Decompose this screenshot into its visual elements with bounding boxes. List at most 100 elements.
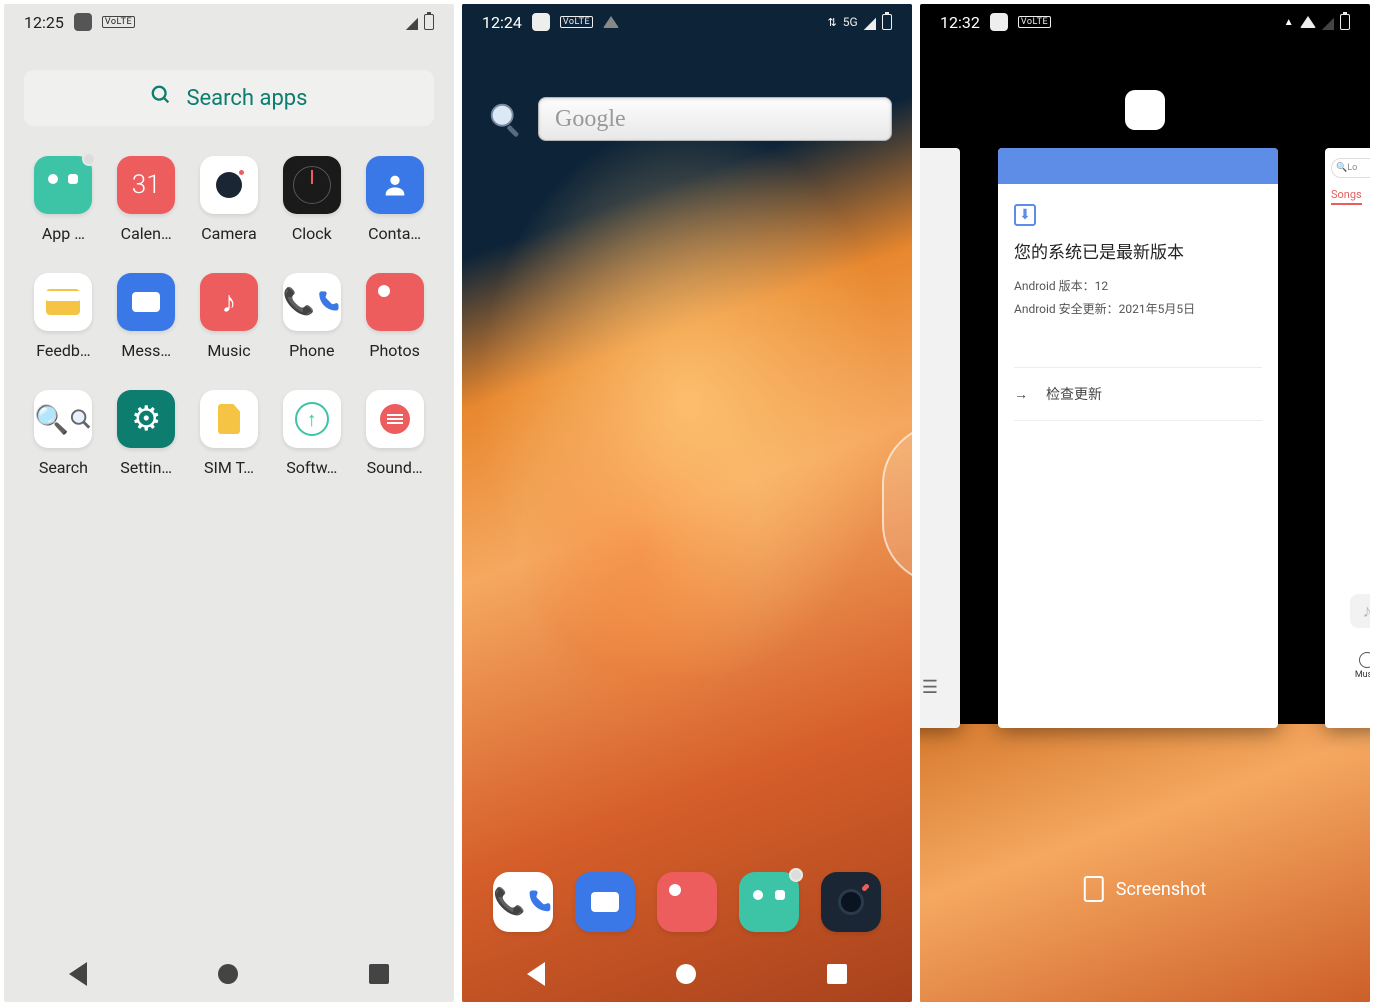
navigation-bar: [4, 946, 454, 1002]
check-update-label: 检查更新: [1046, 384, 1102, 404]
list-icon: ☰: [922, 677, 938, 698]
app-label: Phone: [289, 341, 334, 360]
search-apps-label: Search apps: [186, 86, 307, 111]
app-camera[interactable]: Camera: [188, 156, 271, 243]
app-label: Conta…: [368, 224, 421, 243]
nav-back-button[interactable]: [69, 962, 87, 986]
music-icon: [200, 273, 258, 331]
update-title: 您的系统已是最新版本: [1014, 238, 1262, 263]
app-sim-toolkit[interactable]: SIM T…: [188, 390, 271, 477]
battery-icon: [424, 14, 434, 30]
search-apps-bar[interactable]: Search apps: [24, 70, 434, 126]
app-grid: App … 31 Calen… Camera Clock Conta… Feed…: [4, 146, 454, 487]
volte-badge: VoLTE: [560, 16, 593, 28]
screenshot-button[interactable]: Screenshot: [1084, 876, 1206, 902]
status-time: 12:25: [24, 13, 64, 32]
settings-icon: [117, 390, 175, 448]
app-music[interactable]: Music: [188, 273, 271, 360]
navigation-bar: [462, 946, 912, 1002]
wifi-icon: [1300, 16, 1316, 28]
nav-home-button[interactable]: [676, 964, 696, 984]
google-search-box[interactable]: Google: [538, 97, 892, 141]
app-label: Mess…: [121, 341, 171, 360]
music-float-icon[interactable]: ♪: [1350, 594, 1370, 628]
notification-icon: [74, 13, 92, 31]
music-search-input[interactable]: 🔍 Lo: [1331, 158, 1370, 178]
recent-card-prev[interactable]: ☰: [920, 148, 960, 728]
app-contacts[interactable]: Conta…: [353, 156, 436, 243]
app-photos[interactable]: Photos: [353, 273, 436, 360]
app-label: Calen…: [121, 224, 172, 243]
appmarket-icon: [34, 156, 92, 214]
app-appmarket[interactable]: App …: [22, 156, 105, 243]
battery-icon: [882, 14, 892, 30]
status-time: 12:32: [940, 13, 980, 32]
app-clock[interactable]: Clock: [270, 156, 353, 243]
app-phone[interactable]: Phone: [270, 273, 353, 360]
photos-icon: [366, 273, 424, 331]
recents-carousel[interactable]: ☰ ⬇ 您的系统已是最新版本 Android 版本：12 Android 安全更…: [920, 90, 1370, 850]
software-update-icon: [283, 390, 341, 448]
app-label: Clock: [292, 224, 332, 243]
app-messages[interactable]: Mess…: [105, 273, 188, 360]
app-label: Search: [39, 458, 88, 477]
status-bar: 12:24 VoLTE ⇅ 5G: [462, 4, 912, 40]
signal-icon: [864, 13, 876, 32]
app-label: Photos: [369, 341, 420, 360]
arrow-right-icon: →: [1014, 386, 1028, 403]
android-version: Android 版本：12: [1014, 277, 1262, 294]
volte-badge: VoLTE: [102, 16, 135, 28]
app-label: Feedb…: [36, 341, 90, 360]
search-app-icon: [34, 390, 92, 448]
app-search[interactable]: Search: [22, 390, 105, 477]
dock-messages[interactable]: [575, 872, 635, 932]
contacts-icon: [366, 156, 424, 214]
security-patch: Android 安全更新：2021年5月5日: [1014, 300, 1262, 317]
sim-icon: [200, 390, 258, 448]
battery-icon: [1340, 14, 1350, 30]
app-software-update[interactable]: Softw…: [270, 390, 353, 477]
google-search-widget[interactable]: Google: [482, 90, 892, 148]
app-label: SIM T…: [204, 458, 254, 477]
app-sound-recorder[interactable]: Sound…: [353, 390, 436, 477]
app-settings[interactable]: Settin…: [105, 390, 188, 477]
notification-icon: [532, 13, 550, 31]
update-badge-icon: [82, 152, 96, 166]
magnifier-icon: [482, 95, 530, 143]
status-time: 12:24: [482, 13, 522, 32]
app-label: App …: [42, 224, 85, 243]
signal-icon: [1322, 13, 1334, 32]
google-placeholder: Google: [555, 106, 626, 133]
nav-recents-button[interactable]: [827, 964, 847, 984]
phone-app-drawer: 12:25 VoLTE Search apps App … 31 Calen… …: [4, 4, 454, 1002]
app-calendar[interactable]: 31 Calen…: [105, 156, 188, 243]
dock-photos[interactable]: [657, 872, 717, 932]
wifi-weak-icon: [603, 16, 619, 28]
app-feedback[interactable]: Feedb…: [22, 273, 105, 360]
wallpaper: [462, 4, 912, 1002]
check-update-row[interactable]: → 检查更新: [1014, 367, 1262, 421]
app-label: Sound…: [367, 458, 423, 477]
recent-card-next[interactable]: 🔍 Lo Songs ♪ Music: [1325, 148, 1370, 728]
status-bar: 12:32 VoLTE ▲: [920, 4, 1370, 40]
update-badge-icon: [789, 868, 803, 882]
volte-badge: VoLTE: [1018, 16, 1051, 28]
dock-camera[interactable]: [821, 872, 881, 932]
dock: [462, 872, 912, 932]
songs-tab[interactable]: Songs: [1331, 188, 1362, 205]
phone-recents-screen: 12:32 VoLTE ▲ ☰ ⬇ 您的系统已是最新版本 Android 版本：…: [920, 4, 1370, 1002]
dock-phone[interactable]: [493, 872, 553, 932]
app-label: Camera: [201, 224, 256, 243]
nav-back-button[interactable]: [527, 962, 545, 986]
recent-card-system-update[interactable]: ⬇ 您的系统已是最新版本 Android 版本：12 Android 安全更新：…: [998, 148, 1278, 728]
camera-icon: [200, 156, 258, 214]
dock-appmarket[interactable]: [739, 872, 799, 932]
recent-app-icon[interactable]: [1125, 90, 1165, 130]
nav-recents-button[interactable]: [369, 964, 389, 984]
download-icon: ⬇: [1014, 204, 1036, 226]
nav-home-button[interactable]: [218, 964, 238, 984]
app-label: Music: [207, 341, 250, 360]
screenshot-label: Screenshot: [1116, 879, 1206, 900]
network-type: 5G: [843, 15, 858, 29]
app-label: Softw…: [286, 458, 337, 477]
